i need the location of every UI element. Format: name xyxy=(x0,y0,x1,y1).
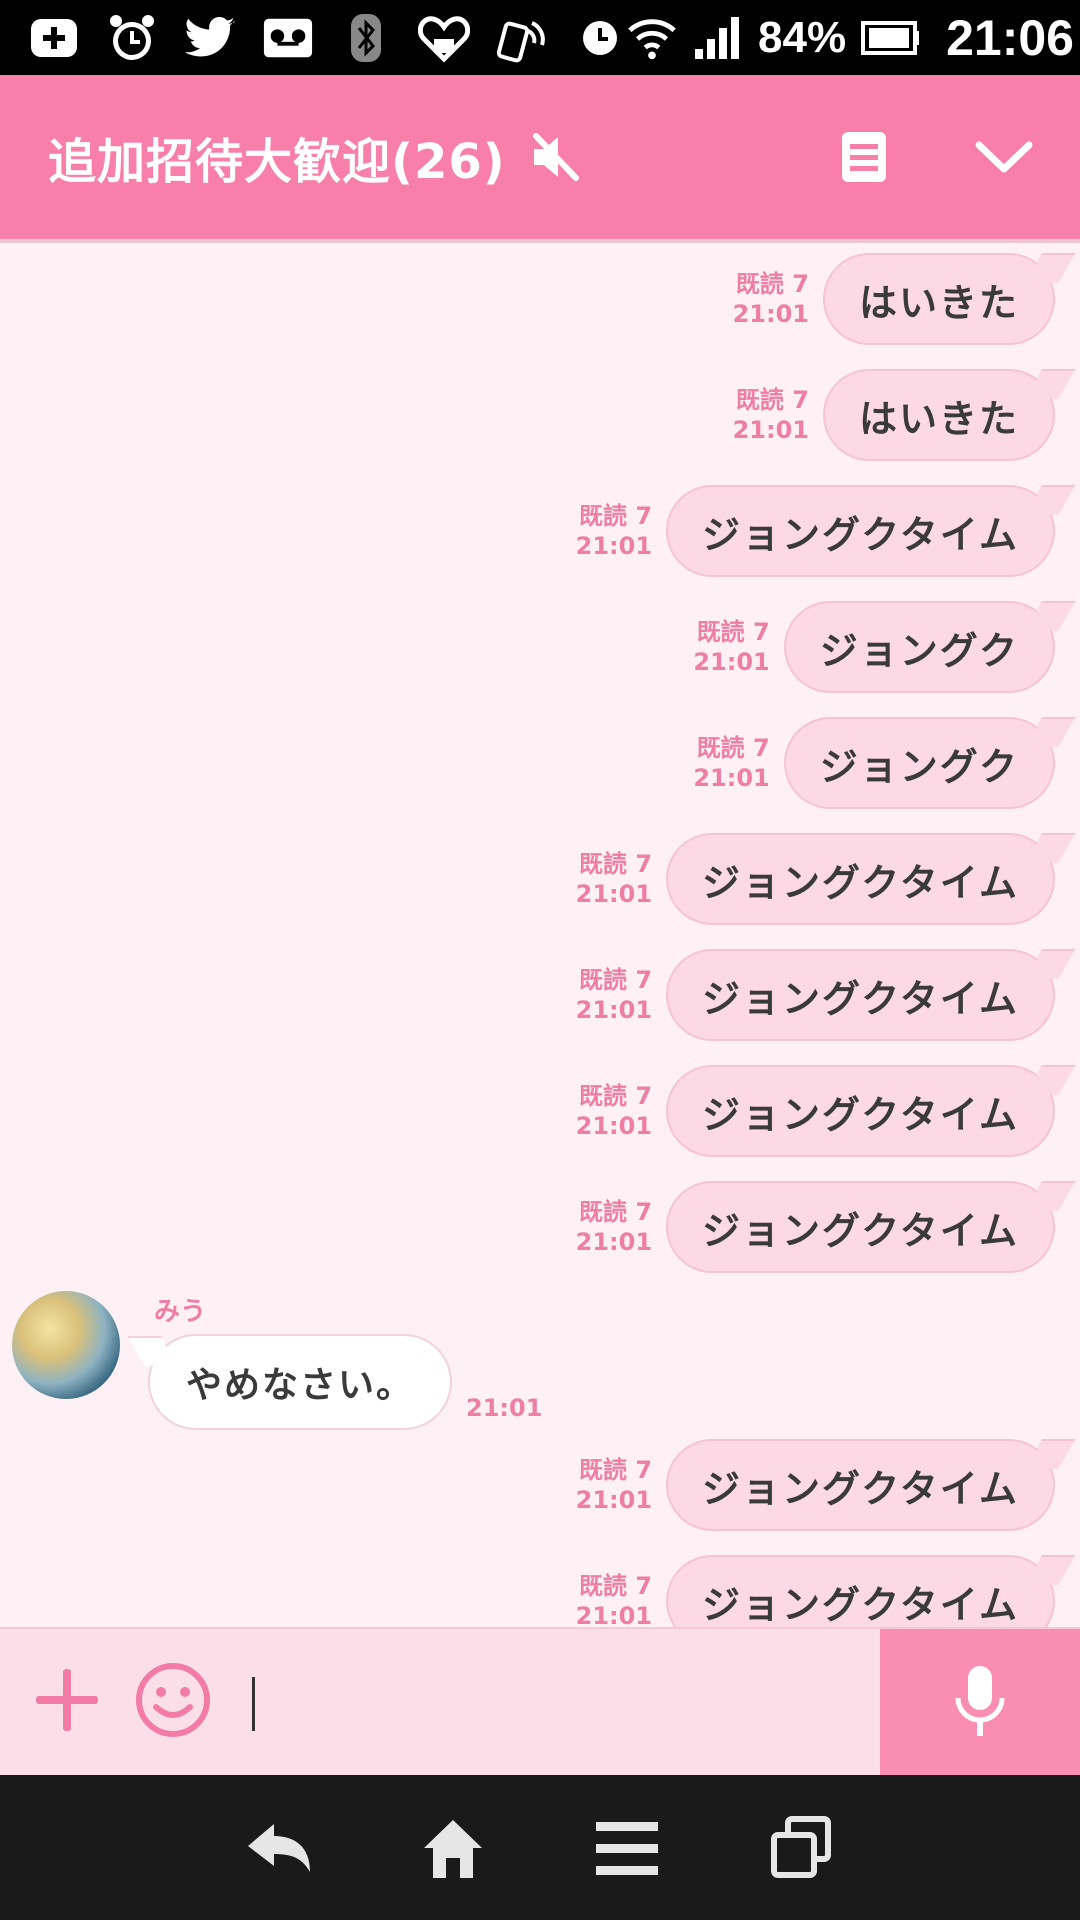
message-time: 21:01 xyxy=(575,1228,653,1256)
outgoing-message-bubble[interactable]: ジョングクタイム xyxy=(666,485,1055,577)
smiley-icon[interactable] xyxy=(134,1661,212,1739)
menu-icon[interactable] xyxy=(587,1808,667,1888)
message-input[interactable] xyxy=(236,1659,870,1745)
read-receipt: 既読 7 xyxy=(578,1456,653,1484)
read-receipt: 既読 7 xyxy=(696,618,770,646)
outgoing-message-bubble[interactable]: ジョングクタイム xyxy=(666,1181,1055,1273)
status-time: 21:06 xyxy=(946,9,1074,66)
back-icon[interactable] xyxy=(239,1808,319,1888)
message-meta: 既読 7 21:01 xyxy=(693,617,769,677)
read-receipt: 既読 7 xyxy=(578,1198,653,1226)
read-receipt: 既読 7 xyxy=(696,734,770,762)
plus-icon[interactable] xyxy=(32,1665,102,1735)
read-receipt: 既読 7 xyxy=(735,386,809,414)
chat-title[interactable]: 追加招待大歓迎(26) xyxy=(48,122,506,192)
message-time: 21:01 xyxy=(466,1394,543,1422)
status-bar: 84% 21:06 xyxy=(0,0,1080,75)
message-time: 21:01 xyxy=(732,300,809,328)
message-time: 21:01 xyxy=(575,532,653,560)
message-time: 21:01 xyxy=(732,416,809,444)
incoming-message-row: みう やめなさい。 21:01 xyxy=(12,1291,542,1430)
outgoing-message-bubble[interactable]: ジョングクタイム xyxy=(666,1555,1055,1627)
outgoing-message-bubble[interactable]: はいきた xyxy=(822,369,1055,461)
message-time: 21:01 xyxy=(575,880,653,908)
message-meta: 既読 7 21:01 xyxy=(733,385,809,445)
bluetooth-icon xyxy=(340,13,392,62)
mute-icon xyxy=(528,130,582,184)
message-time: 21:01 xyxy=(575,1602,653,1627)
avatar[interactable] xyxy=(12,1291,120,1399)
message-row: 既読 7 21:01 ジョングクタイム xyxy=(576,831,1055,927)
message-meta: 既読 7 21:01 xyxy=(576,1571,652,1627)
message-row: 既読 7 21:01 ジョングクタイム xyxy=(576,947,1055,1043)
outgoing-message-bubble[interactable]: ジョングク xyxy=(783,717,1055,809)
message-list[interactable]: 既読 7 21:01 はいきた 既読 7 21:01 はいきた 既読 7 21:… xyxy=(0,243,1080,1627)
message-row: 既読 7 21:01 ジョングクタイム xyxy=(576,1437,1055,1533)
message-time: 21:01 xyxy=(693,648,770,676)
read-receipt: 既読 7 xyxy=(578,502,653,530)
message-meta: 既読 7 21:01 xyxy=(576,1455,652,1515)
read-receipt: 既読 7 xyxy=(735,270,809,298)
message-meta: 既読 7 21:01 xyxy=(693,733,769,793)
outgoing-message-bubble[interactable]: ジョングクタイム xyxy=(666,1439,1055,1531)
battery-percent: 84% xyxy=(758,12,847,62)
clock-icon xyxy=(574,14,626,62)
heart-icon xyxy=(418,14,470,63)
message-row: 既読 7 21:01 はいきた xyxy=(733,251,1055,347)
read-receipt: 既読 7 xyxy=(578,1082,653,1110)
outgoing-message-bubble[interactable]: ジョングクタイム xyxy=(666,1065,1055,1157)
message-meta: 既読 7 21:01 xyxy=(733,269,809,329)
message-time: 21:01 xyxy=(693,764,770,792)
alarm-icon xyxy=(106,14,158,62)
read-receipt: 既読 7 xyxy=(578,850,653,878)
message-row: 既読 7 21:01 ジョングク xyxy=(693,715,1055,811)
message-time: 21:01 xyxy=(575,1486,653,1514)
message-row: 既読 7 21:01 ジョングクタイム xyxy=(576,1179,1055,1275)
message-meta: 既読 7 21:01 xyxy=(576,965,652,1025)
chat-header: 追加招待大歓迎(26) xyxy=(0,75,1080,243)
signal-icon xyxy=(692,14,744,62)
sender-name: みう xyxy=(154,1297,207,1327)
message-row: 既読 7 21:01 ジョングクタイム xyxy=(576,1063,1055,1159)
nfc-icon xyxy=(496,14,548,62)
message-meta: 既読 7 21:01 xyxy=(576,1197,652,1257)
home-icon[interactable] xyxy=(413,1808,493,1888)
message-time: 21:01 xyxy=(575,996,653,1024)
message-meta: 既読 7 21:01 xyxy=(576,1081,652,1141)
battery-icon xyxy=(860,14,922,62)
recent-apps-icon[interactable] xyxy=(761,1808,841,1888)
add-icon xyxy=(28,14,80,62)
notes-icon[interactable] xyxy=(832,125,896,189)
message-row: 既読 7 21:01 はいきた xyxy=(733,367,1055,463)
read-receipt: 既読 7 xyxy=(578,966,653,994)
wifi-icon xyxy=(626,14,678,62)
outgoing-message-bubble[interactable]: ジョングクタイム xyxy=(666,949,1055,1041)
twitter-icon xyxy=(184,14,236,62)
message-time: 21:01 xyxy=(575,1112,653,1140)
chevron-down-icon[interactable] xyxy=(972,125,1036,189)
read-receipt: 既読 7 xyxy=(578,1572,653,1600)
text-cursor xyxy=(252,1677,255,1731)
message-meta: 既読 7 21:01 xyxy=(576,849,652,909)
message-meta: 既読 7 21:01 xyxy=(576,501,652,561)
message-row: 既読 7 21:01 ジョングクタイム xyxy=(576,483,1055,579)
outgoing-message-bubble[interactable]: ジョングク xyxy=(783,601,1055,693)
outgoing-message-bubble[interactable]: ジョングクタイム xyxy=(666,833,1055,925)
voicemail-icon xyxy=(262,14,314,62)
microphone-icon xyxy=(955,1666,1005,1736)
incoming-message-bubble[interactable]: やめなさい。 xyxy=(148,1334,453,1430)
microphone-button[interactable] xyxy=(880,1629,1080,1775)
system-nav-bar xyxy=(0,1775,1080,1920)
message-input-bar xyxy=(0,1627,1080,1775)
message-row: 既読 7 21:01 ジョングク xyxy=(693,599,1055,695)
outgoing-message-bubble[interactable]: はいきた xyxy=(822,253,1055,345)
message-row: 既読 7 21:01 ジョングクタイム xyxy=(576,1553,1055,1627)
